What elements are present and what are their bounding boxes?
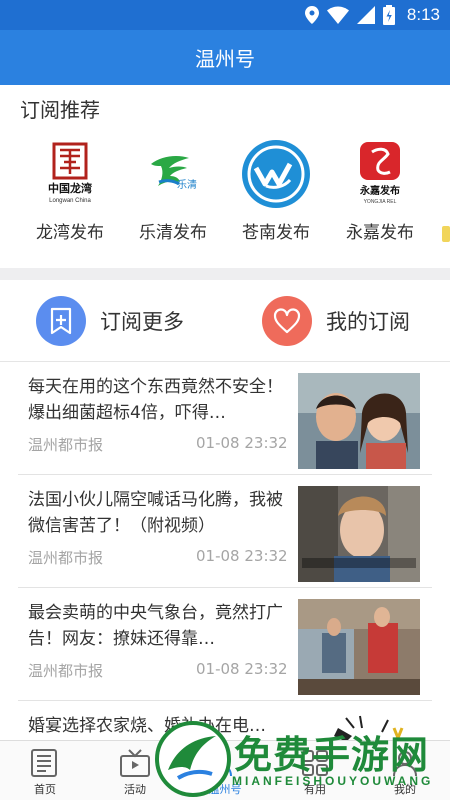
longwan-logo-sub: Longwan China bbox=[49, 198, 91, 204]
recommend-item-label: 乐清发布 bbox=[139, 223, 207, 243]
recommend-item-cangnan[interactable]: 苍南发布 bbox=[226, 134, 326, 243]
heart-icon bbox=[262, 296, 312, 346]
subscription-actions: 订阅更多 我的订阅 bbox=[0, 280, 450, 362]
bottom-nav: 首页 活动 温州号 有用 我的 bbox=[0, 740, 450, 800]
news-source: 温州都市报 bbox=[28, 436, 104, 454]
app-header: 温州号 bbox=[0, 30, 450, 85]
location-icon bbox=[304, 6, 319, 24]
tab-label: 有用 bbox=[304, 783, 326, 796]
section-divider bbox=[0, 268, 450, 280]
news-item[interactable]: 最会卖萌的中央气象台，竟然打广告！网友：撩妹还得靠… 温州都市报 01-08 2… bbox=[18, 588, 432, 701]
tab-label: 温州号 bbox=[208, 783, 242, 796]
news-title: 每天在用的这个东西竟然不安全！爆出细菌超标4倍，吓得… bbox=[28, 377, 283, 423]
leqing-logo-icon: 乐清 bbox=[137, 138, 209, 210]
yongjia-logo-sub: YONGJIA REL bbox=[364, 199, 397, 205]
tab-mine[interactable]: 我的 bbox=[370, 747, 440, 797]
cangnan-logo-icon bbox=[240, 138, 312, 210]
battery-icon bbox=[382, 5, 395, 25]
subscribe-more-label: 订阅更多 bbox=[100, 310, 184, 334]
news-title: 最会卖萌的中央气象台，竟然打广告！网友：撩妹还得靠… bbox=[28, 603, 283, 649]
news-title: 法国小伙儿隔空喊话马化腾，我被微信害苦了！（附视频） bbox=[28, 490, 283, 536]
my-subscriptions-button[interactable]: 我的订阅 bbox=[262, 296, 410, 346]
wifi-icon bbox=[326, 6, 349, 24]
tab-label: 我的 bbox=[394, 783, 416, 796]
recommend-item-label: 苍南发布 bbox=[242, 223, 310, 243]
tab-label: 活动 bbox=[124, 783, 146, 796]
recommend-item-yongjia[interactable]: 永嘉发布 YONGJIA REL 永嘉发布 bbox=[330, 134, 430, 243]
news-source: 温州都市报 bbox=[28, 662, 104, 680]
tv-icon bbox=[100, 747, 170, 779]
news-thumbnail bbox=[298, 486, 420, 582]
my-subscriptions-label: 我的订阅 bbox=[326, 310, 410, 334]
yongjia-logo-text: 永嘉发布 bbox=[359, 184, 400, 197]
signal-icon bbox=[356, 6, 375, 24]
recommend-list: 中国龙湾 Longwan China 龙湾发布 乐清 乐清发布 苍南发布 永嘉发… bbox=[0, 134, 450, 254]
recommend-item-longwan[interactable]: 中国龙湾 Longwan China 龙湾发布 bbox=[20, 134, 120, 243]
longwan-logo-icon: 中国龙湾 Longwan China bbox=[34, 138, 106, 210]
status-bar: 8:13 bbox=[0, 0, 450, 30]
bookmark-add-icon bbox=[36, 296, 86, 346]
news-thumbnail bbox=[298, 373, 420, 469]
tab-label: 首页 bbox=[34, 783, 56, 796]
tab-useful[interactable]: 有用 bbox=[280, 747, 350, 797]
news-thumbnail bbox=[298, 599, 420, 695]
news-time: 01-08 23:32 bbox=[196, 434, 288, 452]
tab-home[interactable]: 首页 bbox=[10, 747, 80, 797]
longwan-logo-text: 中国龙湾 bbox=[48, 181, 92, 195]
recommend-item-label: 龙湾发布 bbox=[36, 223, 104, 243]
page-title: 温州号 bbox=[195, 47, 255, 71]
news-time: 01-08 23:32 bbox=[196, 547, 288, 565]
user-icon bbox=[370, 747, 440, 779]
subscribe-more-button[interactable]: 订阅更多 bbox=[36, 296, 184, 346]
tab-activity[interactable]: 活动 bbox=[100, 747, 170, 797]
people-icon bbox=[190, 747, 260, 779]
recommend-title: 订阅推荐 bbox=[20, 98, 100, 122]
next-item-peek bbox=[442, 226, 450, 242]
news-time: 01-08 23:32 bbox=[196, 660, 288, 678]
news-item[interactable]: 每天在用的这个东西竟然不安全！爆出细菌超标4倍，吓得… 温州都市报 01-08 … bbox=[18, 362, 432, 475]
recommend-item-leqing[interactable]: 乐清 乐清发布 bbox=[123, 134, 223, 243]
recommend-item-label: 永嘉发布 bbox=[346, 223, 414, 243]
news-item[interactable]: 法国小伙儿隔空喊话马化腾，我被微信害苦了！（附视频） 温州都市报 01-08 2… bbox=[18, 475, 432, 588]
news-source: 温州都市报 bbox=[28, 549, 104, 567]
status-time: 8:13 bbox=[406, 5, 440, 24]
newspaper-icon bbox=[10, 747, 80, 779]
leqing-logo-text: 乐清 bbox=[177, 178, 197, 191]
grid-icon bbox=[280, 747, 350, 779]
tab-wenzhouhao[interactable]: 温州号 bbox=[190, 747, 260, 797]
yongjia-logo-icon: 永嘉发布 YONGJIA REL bbox=[344, 138, 416, 210]
